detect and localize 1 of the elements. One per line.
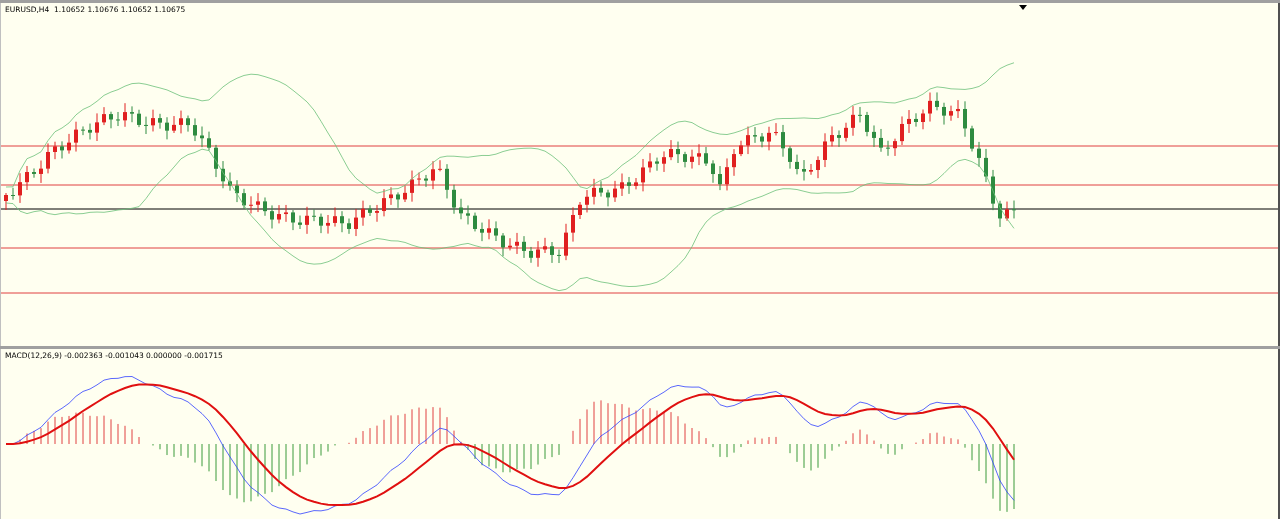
triangle-icon <box>1019 5 1027 10</box>
